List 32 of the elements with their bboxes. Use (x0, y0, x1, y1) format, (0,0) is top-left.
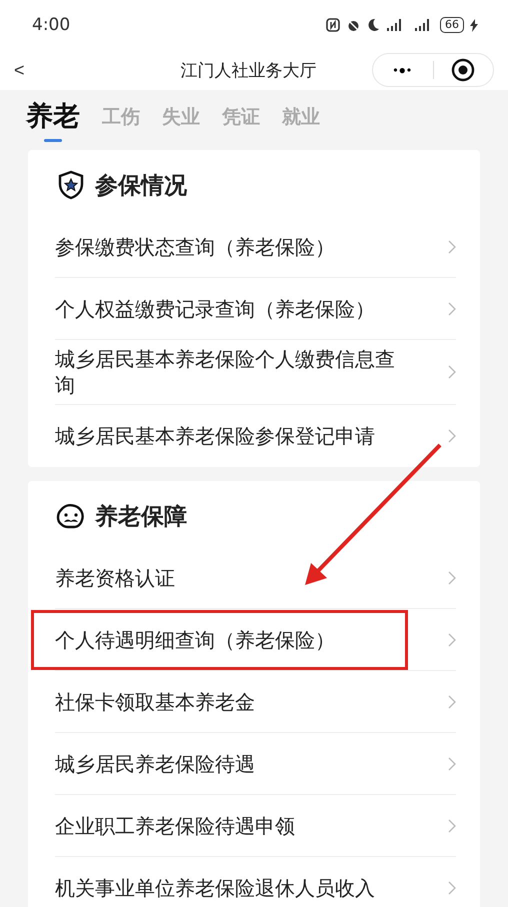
status-time: 4:00 (32, 15, 70, 35)
nfc-icon (326, 18, 340, 32)
more-button[interactable]: •●• (373, 62, 432, 78)
menu-item[interactable]: 参保缴费状态查询（养老保险） (55, 216, 456, 278)
charging-icon (470, 18, 478, 32)
menu-item[interactable]: 城乡居民养老保险待遇 (55, 733, 456, 795)
back-button[interactable]: < (10, 60, 29, 80)
battery-level: 66 (440, 17, 464, 33)
chevron-right-icon (448, 756, 456, 770)
chevron-right-icon (448, 818, 456, 832)
menu-item[interactable]: 社保卡领取基本养老金 (55, 671, 456, 733)
menu-item[interactable]: 个人待遇明细查询（养老保险） (55, 609, 456, 671)
section-title: 养老保障 (95, 502, 187, 532)
menu-item[interactable]: 城乡居民基本养老保险参保登记申请 (55, 405, 456, 467)
chevron-right-icon (448, 694, 456, 708)
menu-item[interactable]: 企业职工养老保险待遇申领 (55, 795, 456, 857)
chevron-right-icon (448, 570, 456, 584)
chevron-right-icon (448, 302, 456, 316)
moon-icon (367, 18, 380, 32)
chevron-right-icon (448, 365, 456, 379)
chevron-right-icon (448, 429, 456, 443)
chevron-right-icon (448, 240, 456, 254)
record-icon (451, 58, 476, 82)
alarm-off-icon (346, 18, 361, 32)
section-title: 参保情况 (95, 172, 187, 200)
chevron-right-icon (448, 632, 456, 646)
menu-item[interactable]: 城乡居民基本养老保险个人缴费信息查询 (55, 340, 456, 405)
menu-item[interactable]: 机关事业单位养老保险退休人员收入 (55, 857, 456, 907)
tab[interactable]: 养老 (26, 98, 80, 142)
chevron-right-icon (448, 881, 456, 895)
menu-item[interactable]: 个人权益缴费记录查询（养老保险） (55, 278, 456, 340)
page-title: 江门人社业务大厅 (179, 60, 318, 82)
